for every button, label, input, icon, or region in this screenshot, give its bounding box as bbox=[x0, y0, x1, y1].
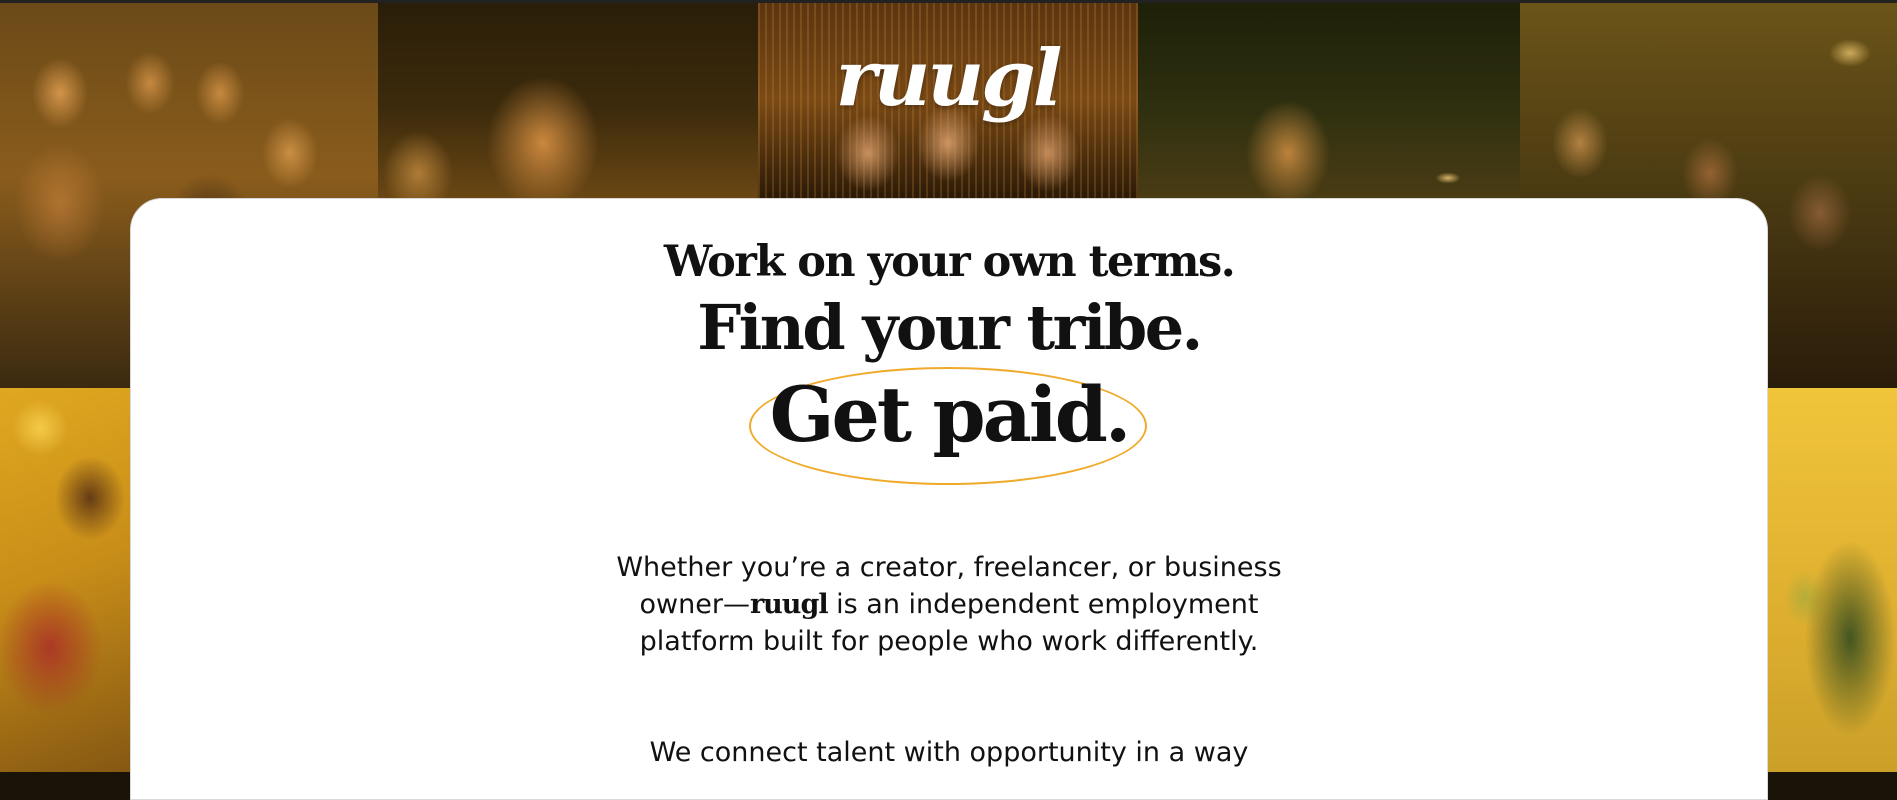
headline-find-tribe: Find your tribe. bbox=[697, 291, 1203, 364]
inline-brand-name: ruugl bbox=[749, 589, 829, 620]
headline-work-terms: Work on your own terms. bbox=[663, 237, 1236, 287]
ruugl-logo[interactable]: ruugl bbox=[820, 40, 1075, 118]
mission-paragraph: We connect talent with opportunity in a … bbox=[649, 737, 1249, 768]
intro-paragraph: Whether you’re a creator, freelancer, or… bbox=[611, 549, 1287, 660]
top-border bbox=[0, 0, 1897, 3]
photo-tile-woman-closeup bbox=[378, 3, 758, 198]
hero-card: Work on your own terms. Find your tribe.… bbox=[130, 198, 1768, 800]
headline-get-paid: Get paid. bbox=[769, 370, 1132, 459]
photo-tile-man-lights bbox=[1138, 3, 1520, 198]
